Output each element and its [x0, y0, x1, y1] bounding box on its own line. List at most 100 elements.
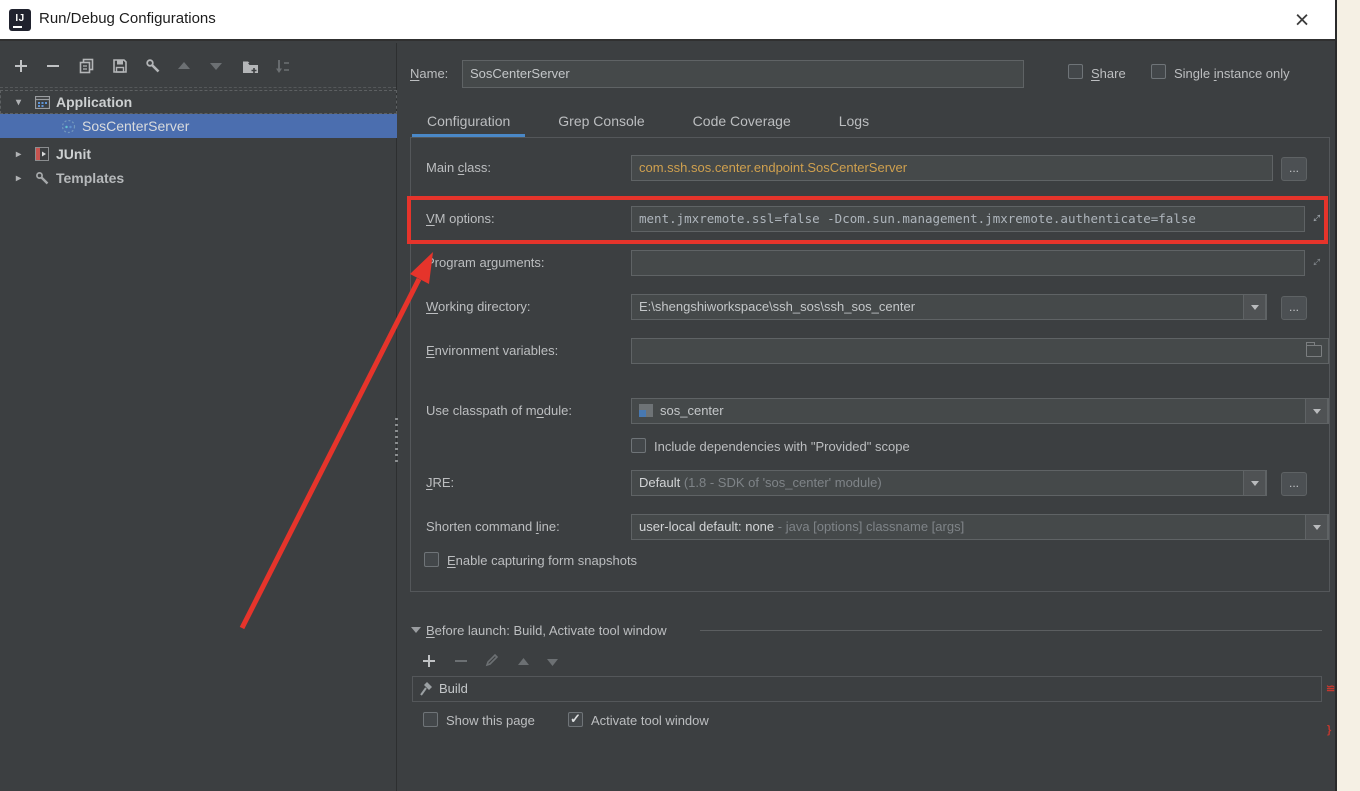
- collapse-triangle-icon[interactable]: [411, 627, 421, 633]
- annotation-edge-mark: ≌: [1326, 682, 1335, 695]
- jre-value: Default: [639, 475, 680, 490]
- use-classpath-combobox[interactable]: sos_center: [631, 398, 1329, 424]
- label-post: nstance only: [1217, 66, 1290, 81]
- label-post: nable capturing form snapshots: [456, 553, 637, 568]
- dialog-titlebar[interactable]: IJ Run/Debug Configurations ×: [0, 0, 1335, 41]
- run-configuration-icon: [60, 118, 76, 134]
- move-up-icon[interactable]: [514, 653, 532, 671]
- name-input[interactable]: SosCenterServer: [462, 60, 1024, 88]
- tab-grep-console[interactable]: Grep Console: [543, 108, 659, 137]
- label-mnemonic: W: [426, 299, 438, 314]
- dropdown-arrow-icon[interactable]: [1243, 294, 1266, 320]
- main-class-browse-button[interactable]: ...: [1281, 157, 1307, 181]
- tree-group-label: Application: [56, 94, 132, 110]
- jre-browse-button[interactable]: ...: [1281, 472, 1307, 496]
- label-pre: Shorten command: [426, 519, 536, 534]
- before-launch-task-row[interactable]: Build: [412, 676, 1322, 702]
- enable-snapshots-label[interactable]: Enable capturing form snapshots: [447, 553, 637, 568]
- tree-group-application[interactable]: ▾ Application: [0, 90, 397, 114]
- label-post: hare: [1100, 66, 1126, 81]
- label-post: lass:: [464, 160, 491, 175]
- move-down-icon[interactable]: [207, 57, 225, 75]
- label-post: orking directory:: [438, 299, 530, 314]
- label-post: RE:: [433, 475, 455, 490]
- sort-alphabetically-icon[interactable]: [273, 57, 291, 75]
- tab-configuration[interactable]: Configuration: [412, 108, 525, 137]
- new-folder-icon[interactable]: [241, 57, 259, 75]
- tree-group-junit[interactable]: ▸ JUnit: [0, 142, 397, 166]
- show-this-page-label[interactable]: Show this page: [446, 713, 535, 728]
- working-directory-browse-button[interactable]: ...: [1281, 296, 1307, 320]
- splitter-handle[interactable]: [395, 418, 398, 464]
- configuration-tabs: Configuration Grep Console Code Coverage…: [412, 108, 884, 137]
- close-icon[interactable]: ×: [1287, 5, 1317, 35]
- dropdown-arrow-icon[interactable]: [1305, 514, 1328, 540]
- remove-icon[interactable]: [44, 57, 62, 75]
- label-mnemonic: E: [447, 553, 456, 568]
- label-post: M options:: [435, 211, 495, 226]
- copy-icon[interactable]: [78, 57, 96, 75]
- save-icon[interactable]: [111, 57, 129, 75]
- before-launch-title[interactable]: Before launch: Build, Activate tool wind…: [426, 623, 667, 638]
- chevron-right-icon[interactable]: ▸: [16, 149, 27, 160]
- dropdown-arrow-icon[interactable]: [1305, 398, 1328, 424]
- intellij-logo-icon: IJ: [9, 9, 31, 31]
- main-class-input[interactable]: com.ssh.sos.center.endpoint.SosCenterSer…: [631, 155, 1273, 181]
- name-label: Name:: [410, 66, 448, 81]
- show-this-page-checkbox[interactable]: [423, 712, 438, 727]
- share-label[interactable]: Share: [1091, 66, 1126, 81]
- activate-tool-window-label[interactable]: Activate tool window: [591, 713, 709, 728]
- single-instance-checkbox[interactable]: [1151, 64, 1166, 79]
- add-icon[interactable]: [420, 652, 438, 670]
- label-pre: Main: [426, 160, 458, 175]
- jre-hint: (1.8 - SDK of 'sos_center' module): [684, 475, 882, 490]
- jre-combobox[interactable]: Default (1.8 - SDK of 'sos_center' modul…: [631, 470, 1267, 496]
- tree-group-label: Templates: [56, 170, 124, 186]
- tree-item-soscenterserver[interactable]: SosCenterServer: [0, 114, 397, 138]
- remove-icon[interactable]: [452, 652, 470, 670]
- dialog-title: Run/Debug Configurations: [39, 10, 216, 27]
- move-down-icon[interactable]: [543, 653, 561, 671]
- shorten-hint: - java [options] classname [args]: [778, 519, 964, 534]
- activate-tool-window-checkbox[interactable]: [568, 712, 583, 727]
- shorten-command-line-combobox[interactable]: user-local default: none - java [options…: [631, 514, 1329, 540]
- chevron-down-icon[interactable]: ▾: [16, 97, 27, 108]
- wrench-icon[interactable]: [144, 57, 162, 75]
- tree-item-label: SosCenterServer: [82, 118, 189, 134]
- label-mnemonic: o: [537, 403, 544, 418]
- program-arguments-input[interactable]: [631, 250, 1305, 276]
- module-icon: [639, 404, 653, 417]
- tree-group-label: JUnit: [56, 146, 91, 162]
- task-label: Build: [439, 681, 468, 696]
- dropdown-arrow-icon[interactable]: [1243, 470, 1266, 496]
- expand-field-icon[interactable]: [1308, 252, 1326, 270]
- vm-options-input[interactable]: ment.jmxremote.ssl=false -Dcom.sun.manag…: [631, 206, 1305, 232]
- label-pre: Single: [1174, 66, 1214, 81]
- environment-variables-label: Environment variables:: [426, 343, 558, 358]
- shorten-command-line-label: Shorten command line:: [426, 519, 560, 534]
- single-instance-label[interactable]: Single instance only: [1174, 66, 1290, 81]
- edit-pencil-icon[interactable]: [482, 651, 500, 669]
- working-directory-combobox[interactable]: E:\shengshiworkspace\ssh_sos\ssh_sos_cen…: [631, 294, 1267, 320]
- label-pre: Program a: [426, 255, 487, 270]
- label-mnemonic: V: [426, 211, 435, 226]
- application-icon: [34, 94, 50, 110]
- jre-label: JRE:: [426, 475, 454, 490]
- chevron-right-icon[interactable]: ▸: [16, 173, 27, 184]
- main-class-label: Main class:: [426, 160, 491, 175]
- tab-code-coverage[interactable]: Code Coverage: [678, 108, 806, 137]
- build-hammer-icon: [419, 681, 435, 697]
- include-provided-label[interactable]: Include dependencies with "Provided" sco…: [654, 439, 910, 454]
- add-icon[interactable]: [12, 57, 30, 75]
- expand-field-icon[interactable]: [1308, 208, 1326, 226]
- share-checkbox[interactable]: [1068, 64, 1083, 79]
- label-post: ame:: [419, 66, 448, 81]
- browse-folder-icon[interactable]: [1306, 345, 1322, 357]
- enable-snapshots-checkbox[interactable]: [424, 552, 439, 567]
- environment-variables-input[interactable]: [631, 338, 1329, 364]
- module-name: sos_center: [660, 403, 724, 418]
- tree-group-templates[interactable]: ▸ Templates: [0, 166, 397, 190]
- include-provided-checkbox[interactable]: [631, 438, 646, 453]
- tab-logs[interactable]: Logs: [824, 108, 884, 137]
- move-up-icon[interactable]: [175, 57, 193, 75]
